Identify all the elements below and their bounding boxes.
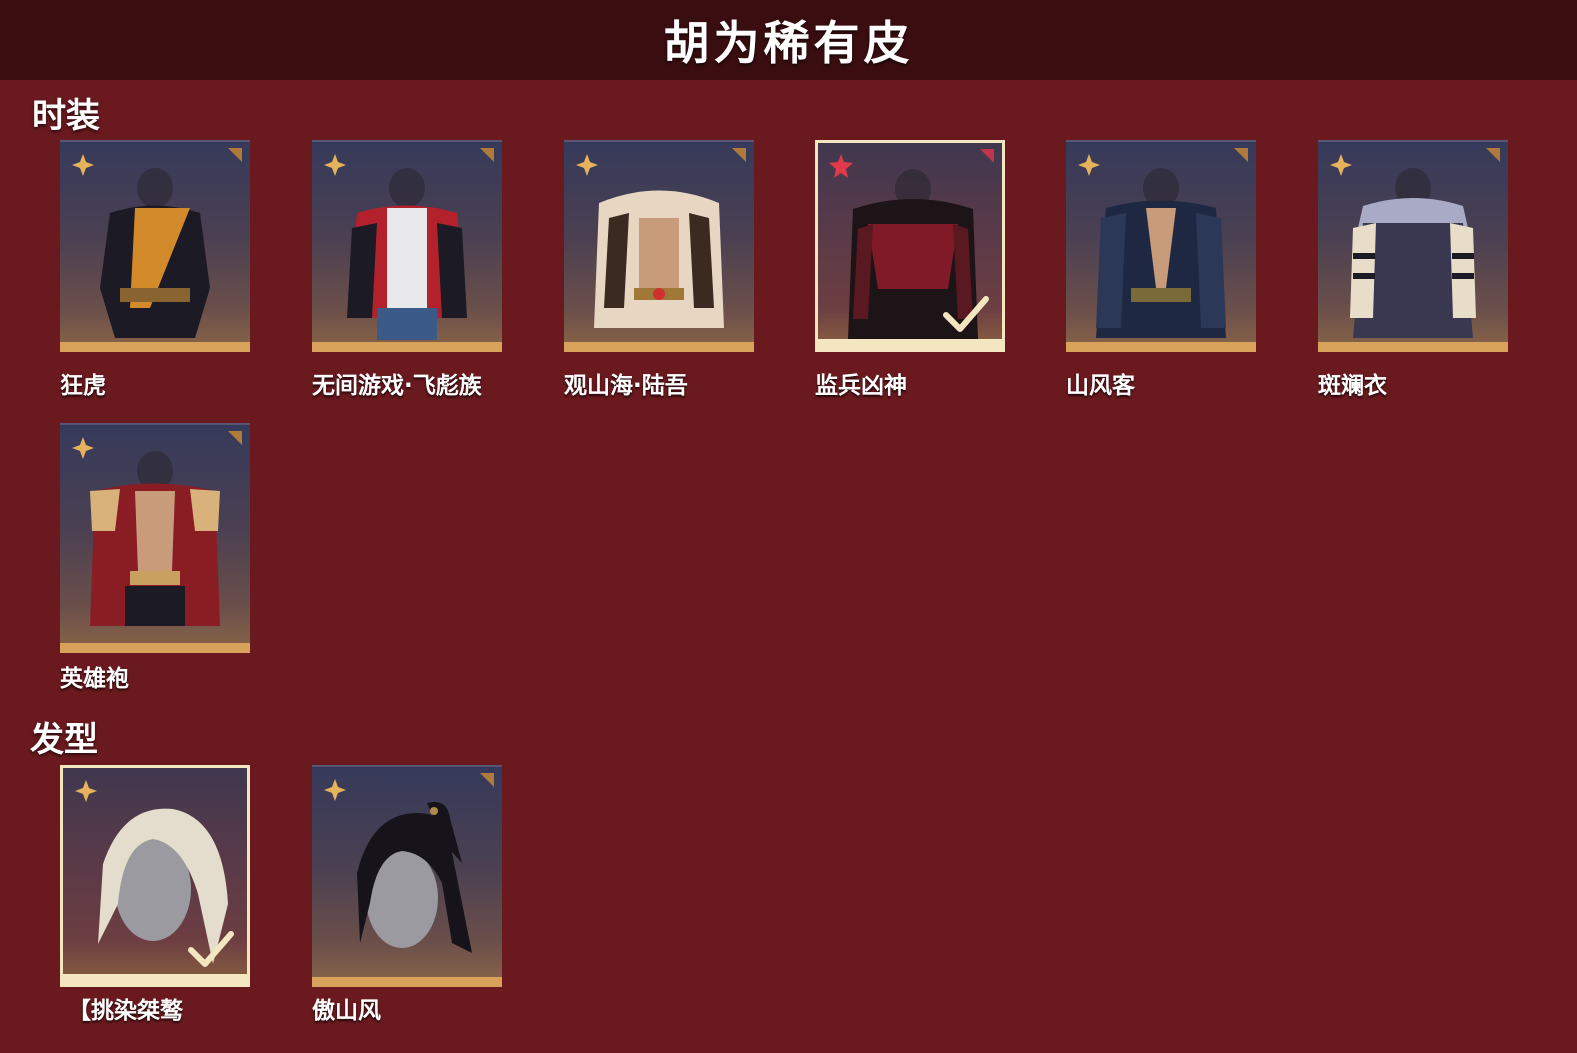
rarity-bar: [60, 342, 250, 352]
item-thumbnail: [564, 140, 754, 352]
rarity-bar: [1318, 342, 1508, 352]
item-thumbnail: [60, 423, 250, 653]
corner-tag-icon: [228, 148, 242, 162]
page-title: 胡为稀有皮: [663, 16, 914, 70]
fashion-card-banlanyi[interactable]: 斑斓衣: [1318, 140, 1508, 399]
fashion-card-yingxiongpao[interactable]: 英雄袍: [60, 423, 250, 692]
section-title-hairstyle: 发型: [30, 720, 98, 760]
rarity-bar: [564, 342, 754, 352]
corner-tag-icon: [1486, 148, 1500, 162]
item-name: 监兵凶神: [815, 373, 907, 399]
fashion-card-kuanghu[interactable]: 狂虎: [60, 140, 250, 399]
item-thumbnail: [1318, 140, 1508, 352]
fashion-card-shanfengke[interactable]: 山风客: [1066, 140, 1256, 399]
rarity-bar: [60, 643, 250, 653]
corner-tag-icon: [732, 148, 746, 162]
rarity-flower-icon-red: [829, 154, 853, 178]
rarity-flower-icon: [75, 780, 97, 802]
rarity-bar: [1066, 342, 1256, 352]
fashion-card-feibiaozu[interactable]: 无间游戏·飞彪族: [312, 140, 502, 399]
check-icon: [188, 931, 234, 967]
section-title-fashion: 时装: [32, 96, 100, 136]
hair-card-aoshanfeng[interactable]: 傲山风: [312, 765, 502, 1024]
rarity-bar: [818, 339, 1002, 349]
corner-tag-icon: [228, 431, 242, 445]
outfit-image: [90, 451, 220, 626]
corner-tag-icon: [1234, 148, 1248, 162]
rarity-bar: [63, 974, 247, 984]
item-thumbnail: [1066, 140, 1256, 352]
rarity-flower-icon: [324, 154, 346, 176]
item-thumbnail-selected: [815, 140, 1005, 352]
item-name: 斑斓衣: [1318, 373, 1387, 399]
item-name: 狂虎: [60, 373, 106, 399]
item-name: 无间游戏·飞彪族: [312, 373, 482, 399]
rarity-flower-icon: [1330, 154, 1352, 176]
item-name: 【挑染桀骜: [68, 998, 183, 1024]
fashion-card-jianbingxiongshen[interactable]: 监兵凶神: [815, 140, 1005, 399]
rarity-flower-icon: [576, 154, 598, 176]
outfit-image: [100, 168, 210, 338]
item-name: 山风客: [1066, 373, 1135, 399]
corner-tag-icon: [480, 773, 494, 787]
item-thumbnail: [312, 140, 502, 352]
item-thumbnail: [60, 140, 250, 352]
outfit-image: [1350, 168, 1476, 338]
corner-tag-icon: [980, 149, 994, 163]
item-name: 傲山风: [312, 998, 381, 1024]
item-name: 观山海·陆吾: [564, 373, 688, 399]
corner-tag-icon: [480, 148, 494, 162]
rarity-bar: [312, 977, 502, 987]
outfit-image: [594, 190, 724, 328]
rarity-flower-icon: [72, 437, 94, 459]
item-thumbnail: [312, 765, 502, 987]
rarity-bar: [312, 342, 502, 352]
rarity-flower-icon: [1078, 154, 1100, 176]
hairstyle-image: [357, 802, 472, 953]
hair-card-tiaoranjieao[interactable]: 【挑染桀骜: [60, 765, 250, 1024]
check-icon: [943, 296, 989, 332]
item-name: 英雄袍: [60, 666, 129, 692]
fashion-card-luwu[interactable]: 观山海·陆吾: [564, 140, 754, 399]
outfit-image: [347, 168, 467, 340]
rarity-flower-icon: [72, 154, 94, 176]
outfit-image: [1096, 168, 1226, 338]
page-header: 胡为稀有皮: [0, 0, 1577, 80]
item-thumbnail-selected: [60, 765, 250, 987]
rarity-flower-icon: [324, 779, 346, 801]
